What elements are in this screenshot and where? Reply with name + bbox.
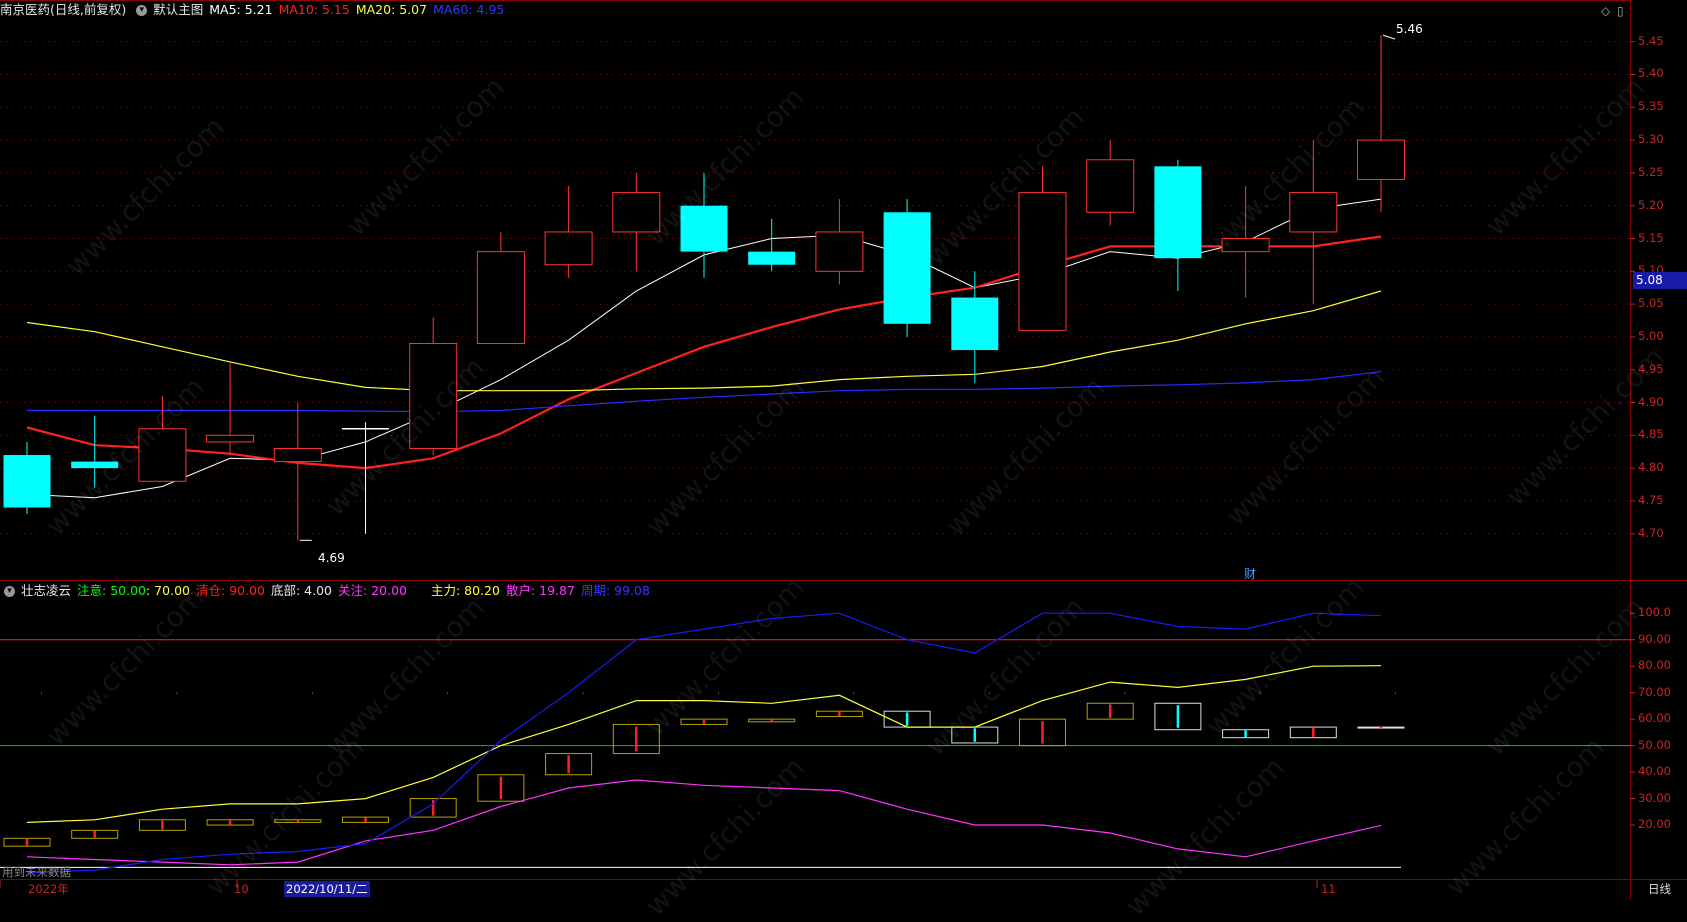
candle-body — [612, 192, 661, 233]
level-dot — [988, 692, 990, 694]
level-dot — [1395, 692, 1396, 694]
current-price-tag: 5.08 — [1633, 272, 1687, 289]
low-label: 4.69 — [318, 551, 345, 565]
level-dot — [718, 692, 719, 694]
x-cursor-date: 2022/10/11/二 — [284, 881, 370, 897]
level-dot — [853, 692, 855, 694]
price-tick-label: 5.15 — [1638, 230, 1664, 245]
indicator-tick-label: 80.00 — [1638, 658, 1671, 673]
high-label: 5.46 — [1396, 22, 1423, 36]
level-dot — [1124, 692, 1126, 694]
indicator-tick-label: 60.00 — [1638, 711, 1671, 726]
price-tick-label: 5.35 — [1638, 99, 1664, 114]
candle-body — [951, 297, 999, 351]
candle-body — [1154, 166, 1202, 259]
ma5-label: MA5: 5.21 — [209, 2, 273, 17]
indicator-tick-label: 70.00 — [1638, 684, 1671, 699]
x-oct: 10 — [234, 882, 249, 896]
candle-body — [1357, 139, 1405, 180]
price-tick-label: 4.70 — [1638, 525, 1664, 540]
price-tick-label: 4.80 — [1638, 460, 1664, 475]
candle-body — [1289, 192, 1338, 233]
indicator-name[interactable]: 壮志凌云 — [21, 583, 71, 598]
cai-marker[interactable]: 财 — [1244, 565, 1256, 582]
candle-body — [71, 461, 119, 469]
indicator-tick-label: 90.00 — [1638, 631, 1671, 646]
dropdown-icon[interactable]: ▾ — [136, 5, 148, 16]
price-tick-label: 5.30 — [1638, 132, 1664, 147]
candle-body — [1221, 238, 1270, 253]
ma20-label: MA20: 5.07 — [355, 2, 428, 17]
price-tick-label: 5.40 — [1638, 66, 1664, 81]
level-dot — [311, 692, 313, 694]
candle-body — [476, 251, 525, 344]
attention-label: 注意: 50.00 — [77, 583, 146, 598]
price-tick-label: 4.75 — [1638, 492, 1664, 507]
price-tick-label: 4.90 — [1638, 394, 1664, 409]
price-tick-label: 5.25 — [1638, 164, 1664, 179]
candle-body — [883, 212, 931, 324]
main-chart-header: 南京医药(日线,前复权) ▾ 默认主图 MA5: 5.21 MA10: 5.15 MA20… — [0, 0, 510, 20]
price-tick-label: 5.20 — [1638, 197, 1664, 212]
high-marker — [1382, 34, 1396, 40]
bottom-label: 底部: 4.00 — [270, 583, 332, 598]
main-force-label: 主力: 80.20 — [430, 583, 500, 598]
indicator-line — [26, 612, 1382, 874]
template-label[interactable]: 默认主图 — [153, 2, 203, 17]
candle-body — [680, 205, 728, 252]
future-data-label: 用到未来数据 — [2, 865, 71, 879]
candle-body — [138, 428, 187, 482]
x-nov: 11 — [1321, 882, 1336, 896]
level-dot — [447, 692, 449, 694]
indicator-tick-label: 50.00 — [1638, 737, 1671, 752]
ma60-label: MA60: 4.95 — [433, 2, 505, 17]
candle-body — [815, 231, 864, 272]
indicator-tick-label: 30.00 — [1638, 790, 1671, 805]
level-dot — [1259, 692, 1261, 694]
candle-body — [748, 251, 796, 265]
price-tick-label: 5.05 — [1638, 296, 1664, 311]
attention2-label: : 70.00 — [146, 583, 190, 598]
indicator-line — [26, 665, 1382, 823]
retail-label: 散户: 19.87 — [505, 583, 575, 598]
x-period[interactable]: 日线 — [1648, 881, 1671, 897]
dropdown-icon[interactable]: ▾ — [4, 586, 15, 597]
indicator-tick-label: 100.0 — [1638, 605, 1671, 620]
candle-body — [206, 434, 255, 443]
candle-body — [544, 231, 593, 266]
indicator-tick-label: 40.00 — [1638, 764, 1671, 779]
diamond-icon[interactable]: ◇ — [1601, 4, 1610, 18]
price-tick-label: 5.00 — [1638, 328, 1664, 343]
x-year: 2022年 — [28, 882, 69, 896]
candle-body — [1018, 192, 1067, 331]
price-tick-label: 5.45 — [1638, 33, 1664, 48]
ma10-label: MA10: 5.15 — [278, 2, 350, 17]
indicator-header: ▾ 壮志凌云 注意: 50.00: 70.00 清仓: 90.00 底部: 4.00 关注… — [0, 581, 656, 601]
menu-icon[interactable]: ▯ — [1617, 4, 1624, 18]
candle-body — [3, 455, 51, 508]
chart-canvas[interactable] — [0, 0, 1687, 899]
candle-body — [1086, 159, 1135, 213]
trend-label: 周期: 99.08 — [580, 583, 650, 598]
level-dot — [176, 692, 178, 694]
candle-body — [409, 342, 458, 449]
level-dot — [582, 692, 584, 694]
price-tick-label: 4.95 — [1638, 361, 1664, 376]
price-tick-label: 4.85 — [1638, 427, 1664, 442]
clear-label: 清仓: 90.00 — [195, 583, 265, 598]
stock-title: 南京医药(日线,前复权) — [0, 2, 127, 17]
indicator-tick-label: 20.00 — [1638, 817, 1671, 832]
focus-label: 关注: 20.00 — [338, 583, 407, 598]
candle-body — [273, 447, 322, 463]
level-dot — [41, 692, 42, 694]
